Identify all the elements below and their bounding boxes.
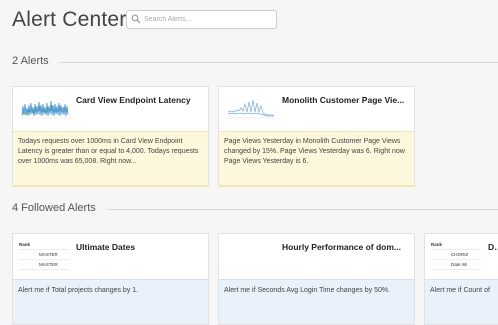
header: Alert Center: [12, 6, 492, 36]
table-thumbnail: Rank MASTER MASTER: [19, 240, 69, 270]
mini-table-header: Rank: [19, 240, 69, 250]
followed-alert-card[interactable]: Hourly Performance of dom... Alert me if…: [218, 233, 415, 325]
card-title: Hourly Performance of dom...: [282, 242, 402, 252]
mini-table-row: CHORIZ: [431, 250, 481, 260]
sparkline-chart-thumbnail: [21, 100, 69, 119]
search-box[interactable]: [126, 10, 277, 29]
followed-section-header: 4 Followed Alerts: [12, 202, 498, 216]
section-divider: [108, 209, 498, 210]
followed-count-label: 4 Followed Alerts: [12, 202, 96, 214]
mini-table-header: Rank: [431, 240, 481, 250]
line-chart-thumbnail: [227, 99, 275, 119]
section-divider: [60, 62, 498, 63]
card-header: Card View Endpoint Latency: [13, 87, 208, 131]
card-description: Alert me if Seconds Avg Login Time chang…: [219, 279, 414, 324]
card-header: Rank CHORIZ Date Wi Do: [425, 234, 498, 278]
card-header: Hourly Performance of dom...: [219, 234, 414, 278]
card-title: Card View Endpoint Latency: [76, 95, 191, 105]
mini-table-row: MASTER: [19, 250, 69, 260]
search-input[interactable]: [144, 12, 272, 27]
mini-table-row: MASTER: [19, 260, 69, 270]
search-icon: [131, 14, 141, 24]
page-title: Alert Center: [12, 8, 127, 31]
card-description: Page Views Yesterday in Monolith Custome…: [219, 131, 414, 185]
card-header: Rank MASTER MASTER Ultimate Dates: [13, 234, 208, 278]
alerts-count-label: 2 Alerts: [12, 55, 49, 67]
followed-alert-card[interactable]: Rank MASTER MASTER Ultimate Dates Alert …: [12, 233, 209, 325]
card-description: Alert me if Count of: [425, 279, 498, 324]
card-title: Do: [488, 242, 498, 252]
alert-card[interactable]: Monolith Customer Page Vie... Page Views…: [218, 86, 415, 187]
followed-alert-card[interactable]: Rank CHORIZ Date Wi Do Alert me if Count…: [424, 233, 498, 325]
card-title: Monolith Customer Page Vie...: [282, 95, 405, 105]
card-title: Ultimate Dates: [76, 242, 136, 252]
alerts-section-header: 2 Alerts: [12, 55, 498, 69]
card-description: Alert me if Total projects changes by 1.: [13, 279, 208, 324]
card-header: Monolith Customer Page Vie...: [219, 87, 414, 131]
card-description: Todays requests over 1000ms in Card View…: [13, 131, 208, 185]
alert-card[interactable]: Card View Endpoint Latency Todays reques…: [12, 86, 209, 187]
mini-table-row: Date Wi: [431, 260, 481, 270]
table-thumbnail: Rank CHORIZ Date Wi: [431, 240, 481, 270]
